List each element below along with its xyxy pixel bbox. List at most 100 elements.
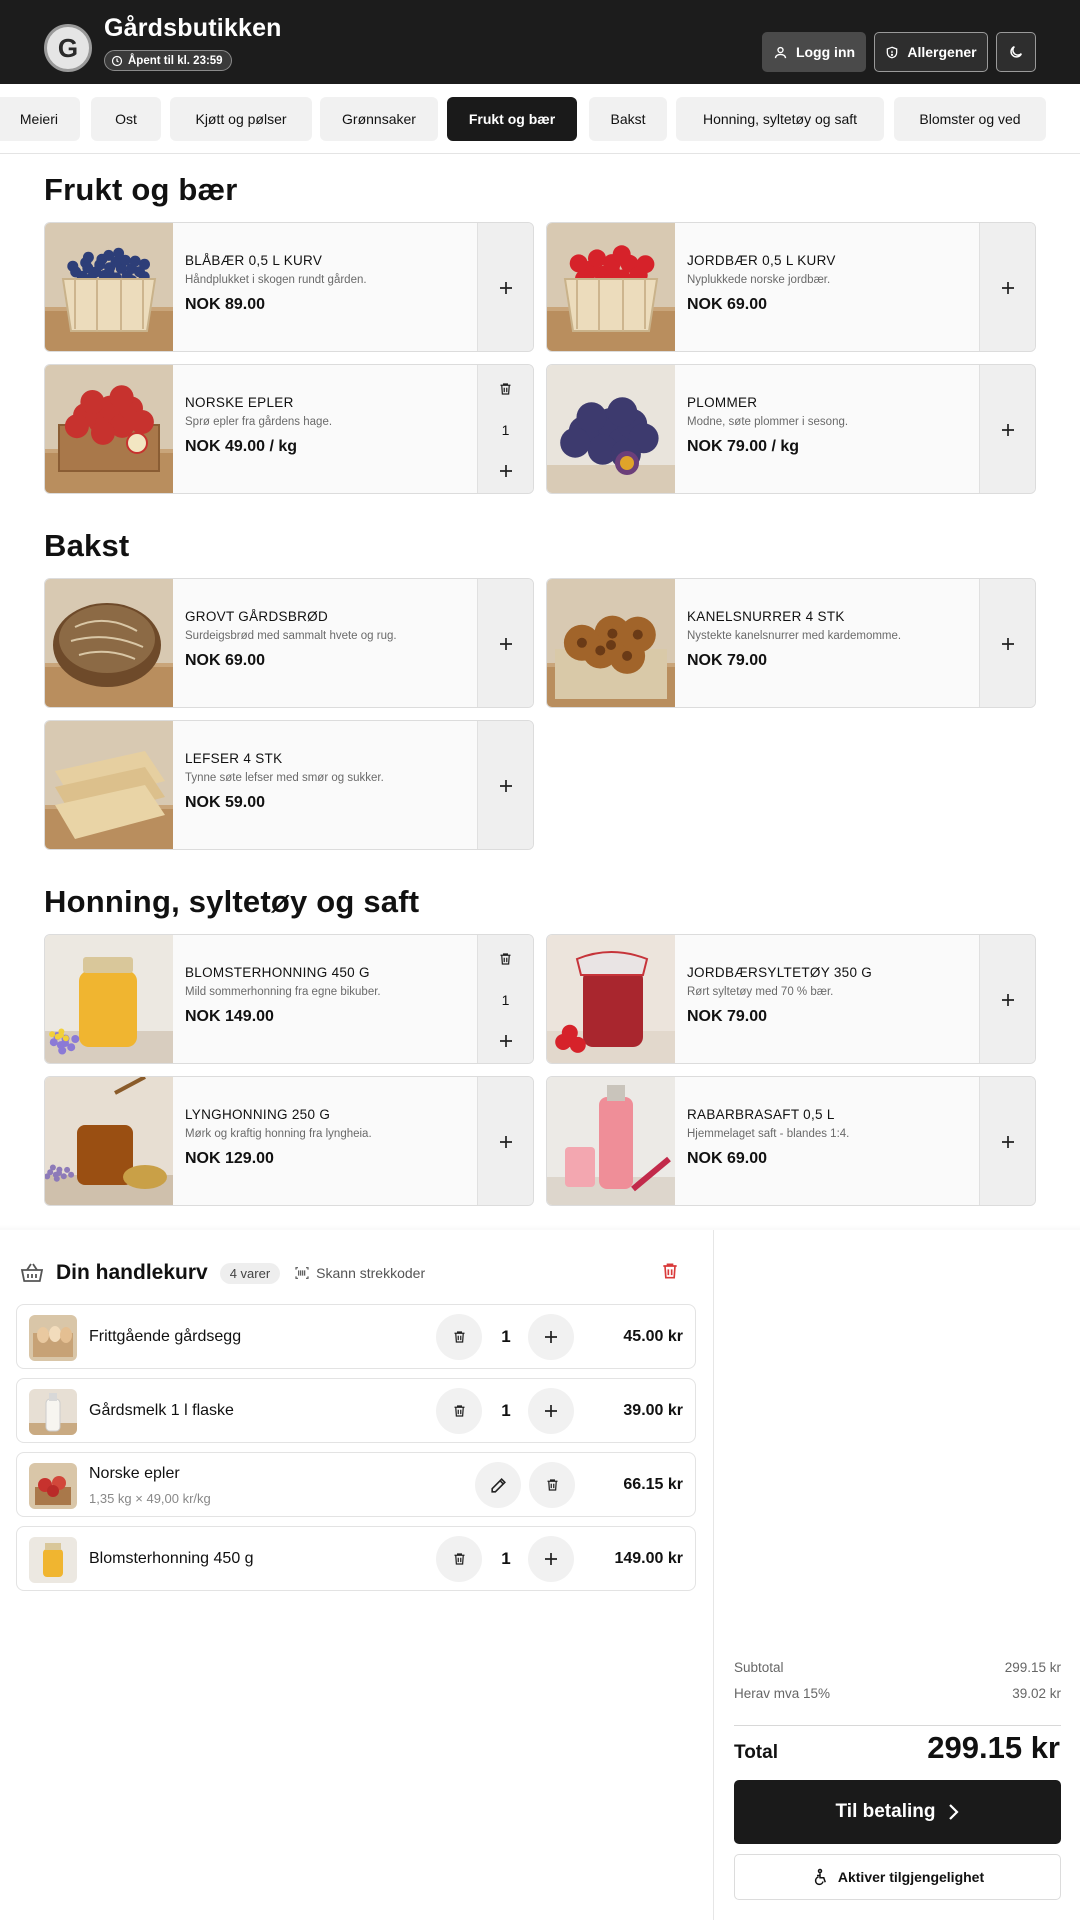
quantity-controls: 1 <box>477 935 533 1063</box>
vat-label: Herav mva 15% <box>734 1686 831 1701</box>
cart-item: Norske epler 1,35 kg × 49,00 kr/kg 66.15 k… <box>16 1452 696 1517</box>
subtotal-value: 299.15 kr <box>1004 1660 1061 1675</box>
category-tab-6[interactable]: Honning, syltetøy og saft <box>676 97 884 141</box>
add-to-cart-button[interactable] <box>477 1077 533 1205</box>
category-tab-4[interactable]: Frukt og bær <box>447 97 577 141</box>
section-title: Frukt og bær <box>44 172 238 207</box>
category-tab-2[interactable]: Kjøtt og pølser <box>170 97 312 141</box>
edit-weight-button[interactable] <box>475 1462 521 1508</box>
product-card[interactable]: JORDBÆR 0,5 L KURV Nyplukkede norske jord… <box>546 222 1036 352</box>
cart-item-thumbnail <box>29 1537 77 1583</box>
increase-quantity-button[interactable] <box>498 1033 514 1049</box>
plus-icon <box>498 1033 514 1049</box>
remove-item-button[interactable] <box>436 1536 482 1582</box>
product-card[interactable]: BLÅBÆR 0,5 L KURV Håndplukket i skogen ru… <box>44 222 534 352</box>
vat-row: Herav mva 15% 39.02 kr <box>734 1686 1061 1701</box>
increase-item-button[interactable] <box>528 1314 574 1360</box>
product-image <box>45 721 173 849</box>
product-card[interactable]: JORDBÆRSYLTETØY 350 G Rørt syltetøy med 7… <box>546 934 1036 1064</box>
accessibility-label: Aktiver tilgjengelighet <box>837 1869 985 1885</box>
increase-item-button[interactable] <box>528 1388 574 1434</box>
add-to-cart-button[interactable] <box>979 579 1035 707</box>
category-tab-1[interactable]: Ost <box>91 97 161 141</box>
product-card[interactable]: PLOMMER Modne, søte plommer i sesong. NOK … <box>546 364 1036 494</box>
plus-icon <box>498 636 514 652</box>
product-quantity: 1 <box>501 422 510 438</box>
user-icon <box>773 45 788 60</box>
cart-panel: Din handlekurv 4 varer Skann strekkoder … <box>0 1230 1080 1920</box>
plus-icon <box>543 1329 559 1345</box>
product-info: LEFSER 4 STK Tynne søte lefser med smør o… <box>185 751 485 812</box>
product-price: NOK 149.00 <box>185 1008 274 1025</box>
add-to-cart-button[interactable] <box>979 1077 1035 1205</box>
product-price: NOK 69.00 <box>687 1150 768 1167</box>
cart-title: Din handlekurv <box>56 1261 208 1284</box>
increase-item-button[interactable] <box>528 1536 574 1582</box>
product-card[interactable]: LYNGHONNING 250 G Mørk og kraftig honning… <box>44 1076 534 1206</box>
product-info: BLÅBÆR 0,5 L KURV Håndplukket i skogen ru… <box>185 253 485 314</box>
cart-item-name: Frittgående gårdsegg <box>89 1328 242 1345</box>
product-info: BLOMSTERHONNING 450 G Mild sommerhonning … <box>185 965 485 1026</box>
checkout-button[interactable]: Til betaling <box>734 1780 1061 1844</box>
product-info: JORDBÆR 0,5 L KURV Nyplukkede norske jord… <box>687 253 987 314</box>
vat-value: 39.02 kr <box>1012 1686 1061 1701</box>
add-to-cart-button[interactable] <box>979 935 1035 1063</box>
product-price: NOK 69.00 <box>687 296 768 313</box>
product-price: NOK 79.00 <box>687 1008 768 1025</box>
category-tab-0[interactable]: Meieri <box>0 97 80 141</box>
barcode-scan-icon <box>294 1265 310 1281</box>
remove-item-button[interactable] <box>436 1314 482 1360</box>
product-name: BLOMSTERHONNING 450 G <box>185 965 370 980</box>
remove-item-button[interactable] <box>529 1462 575 1508</box>
login-button[interactable]: Logg inn <box>762 32 866 72</box>
total-label: Total <box>734 1742 778 1763</box>
accessibility-button[interactable]: Aktiver tilgjengelighet <box>734 1854 1061 1900</box>
category-tab-5[interactable]: Bakst <box>589 97 667 141</box>
plus-icon <box>543 1551 559 1567</box>
order-summary: Subtotal 299.15 kr Herav mva 15% 39.02 k… <box>713 1230 1080 1920</box>
add-to-cart-button[interactable] <box>477 223 533 351</box>
basket-icon <box>20 1262 44 1284</box>
product-card[interactable]: GROVT GÅRDSBRØD Surdeigsbrød med sammalt … <box>44 578 534 708</box>
remove-from-cart-button[interactable] <box>498 951 513 967</box>
cart-item-quantity: 1 <box>501 1549 511 1568</box>
remove-from-cart-button[interactable] <box>498 381 513 397</box>
product-card[interactable]: RABARBRASAFT 0,5 L Hjemmelaget saft - bla… <box>546 1076 1036 1206</box>
product-card[interactable]: NORSKE EPLER Sprø epler fra gårdens hage.… <box>44 364 534 494</box>
product-card[interactable]: BLOMSTERHONNING 450 G Mild sommerhonning … <box>44 934 534 1064</box>
clear-cart-button[interactable] <box>660 1260 682 1282</box>
accessibility-icon <box>811 1868 829 1886</box>
product-image <box>547 365 675 493</box>
product-description: Hjemmelaget saft - blandes 1:4. <box>687 1128 850 1140</box>
product-card[interactable]: LEFSER 4 STK Tynne søte lefser med smør o… <box>44 720 534 850</box>
product-name: LEFSER 4 STK <box>185 751 283 766</box>
shield-icon <box>885 45 899 60</box>
product-price: NOK 79.00 <box>687 652 768 669</box>
product-description: Mørk og kraftig honning fra lyngheia. <box>185 1128 372 1140</box>
plus-icon <box>543 1403 559 1419</box>
add-to-cart-button[interactable] <box>979 223 1035 351</box>
remove-item-button[interactable] <box>436 1388 482 1434</box>
theme-toggle-button[interactable] <box>996 32 1036 72</box>
category-tab-7[interactable]: Blomster og ved <box>894 97 1046 141</box>
trash-icon <box>660 1260 682 1282</box>
category-tab-3[interactable]: Grønnsaker <box>320 97 438 141</box>
product-description: Nystekte kanelsnurrer med kardemomme. <box>687 630 902 642</box>
scan-barcodes-button[interactable]: Skann strekkoder <box>294 1265 425 1281</box>
summary-divider <box>734 1725 1061 1726</box>
product-card[interactable]: KANELSNURRER 4 STK Nystekte kanelsnurrer … <box>546 578 1036 708</box>
section-title: Bakst <box>44 528 130 563</box>
add-to-cart-button[interactable] <box>979 365 1035 493</box>
product-description: Tynne søte lefser med smør og sukker. <box>185 772 384 784</box>
subtotal-row: Subtotal 299.15 kr <box>734 1660 1061 1675</box>
product-name: NORSKE EPLER <box>185 395 294 410</box>
product-image <box>45 1077 173 1205</box>
product-description: Sprø epler fra gårdens hage. <box>185 416 333 428</box>
product-name: BLÅBÆR 0,5 L KURV <box>185 253 323 268</box>
add-to-cart-button[interactable] <box>477 721 533 849</box>
increase-quantity-button[interactable] <box>498 463 514 479</box>
allergens-button[interactable]: Allergener <box>874 32 988 72</box>
plus-icon <box>1000 1134 1016 1150</box>
add-to-cart-button[interactable] <box>477 579 533 707</box>
product-info: RABARBRASAFT 0,5 L Hjemmelaget saft - bla… <box>687 1107 987 1168</box>
